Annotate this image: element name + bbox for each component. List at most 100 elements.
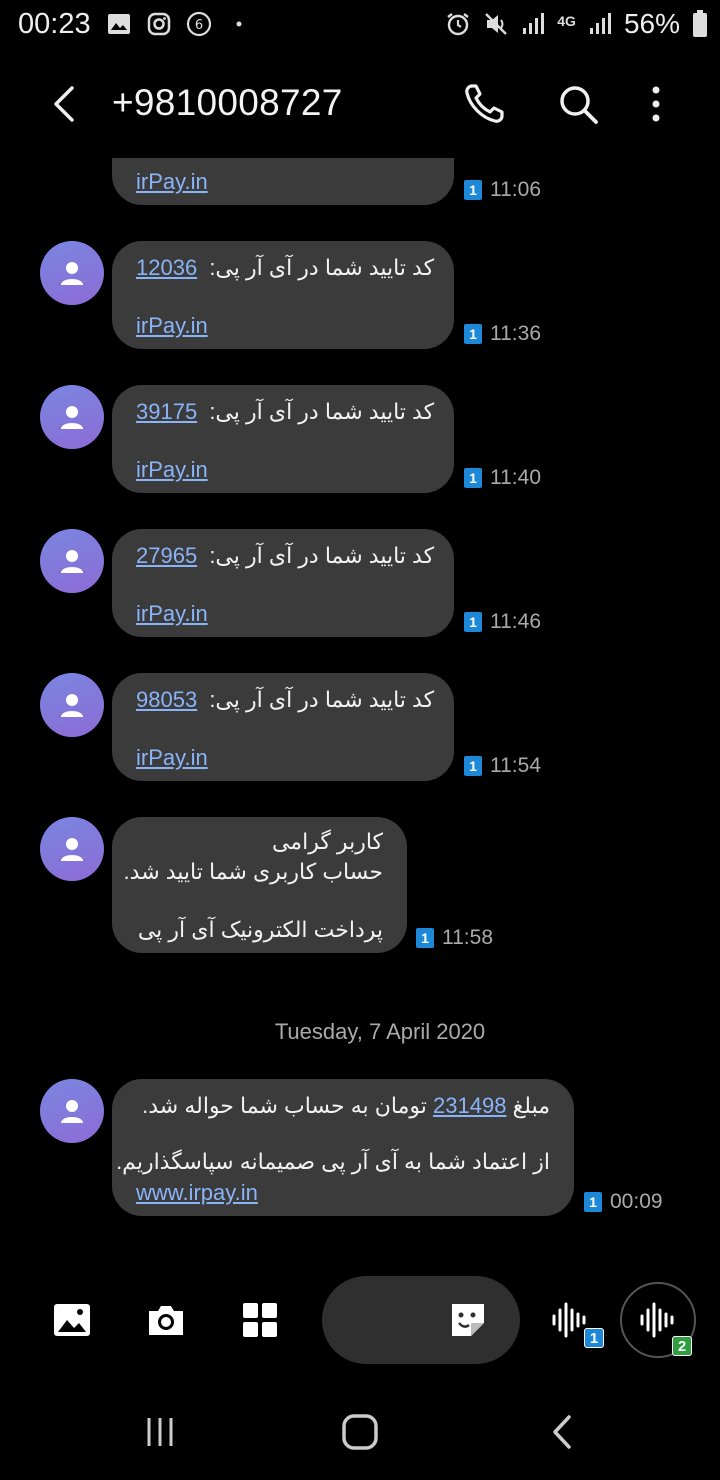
mute-icon — [485, 13, 508, 35]
message-bubble[interactable]: مبلغ 231498 تومان به حساب شما حواله شد. … — [112, 1079, 574, 1216]
avatar[interactable] — [40, 529, 104, 593]
call-button[interactable] — [460, 80, 508, 128]
verification-code[interactable]: 39175 — [136, 399, 197, 424]
transfer-amount-line: مبلغ 231498 تومان به حساب شما حواله شد. — [142, 1093, 550, 1119]
verification-code[interactable]: 12036 — [136, 255, 197, 280]
avatar[interactable] — [40, 1079, 104, 1143]
verification-code-line: 39175 کد تایید شما در آی آر پی: — [136, 399, 434, 425]
sim1-icon: 1 — [464, 756, 482, 776]
avatar[interactable] — [40, 817, 104, 881]
person-icon — [61, 694, 83, 717]
message-time: 11:54 — [490, 754, 541, 777]
sticker-button[interactable] — [442, 1294, 494, 1346]
message-text: کد تایید شما در آی آر پی: — [209, 255, 435, 280]
voice-wave-icon — [640, 1302, 674, 1338]
verification-code[interactable]: 98053 — [136, 687, 197, 712]
message-time: 11:06 — [490, 178, 541, 201]
avatar[interactable] — [40, 673, 104, 737]
battery-icon — [693, 10, 707, 37]
home-icon — [342, 1414, 378, 1450]
app-notification-icon: 6 — [186, 11, 212, 37]
person-icon — [61, 838, 83, 861]
signal-sim1-icon — [523, 13, 545, 34]
message-bubble[interactable]: 98053 کد تایید شما در آی آر پی: irPay.in — [112, 673, 454, 781]
sim1-icon: 1 — [464, 180, 482, 200]
person-icon — [61, 1100, 83, 1123]
message-time: 11:36 — [490, 322, 541, 345]
sim1-icon: 1 — [416, 928, 434, 948]
message-bubble[interactable]: کاربر گرامی حساب کاربری شما تایید شد. پر… — [112, 817, 407, 953]
more-options-button[interactable] — [636, 80, 676, 128]
message-link[interactable]: irPay.in — [136, 601, 208, 627]
person-icon — [61, 550, 83, 573]
message-link[interactable]: www.irpay.in — [136, 1180, 258, 1206]
system-navigation-bar — [0, 1388, 720, 1480]
message-link[interactable]: irPay.in — [136, 313, 208, 339]
voice-sim2-button[interactable]: 2 — [620, 1282, 696, 1358]
message-bubble[interactable]: irPay.in — [112, 158, 454, 205]
search-icon — [560, 86, 598, 124]
sim1-icon: 1 — [464, 324, 482, 344]
message-bubble[interactable]: 27965 کد تایید شما در آی آر پی: irPay.in — [112, 529, 454, 637]
sim1-icon: 1 — [464, 612, 482, 632]
camera-icon — [149, 1306, 183, 1335]
message-time: 11:40 — [490, 466, 541, 489]
notification-icons: 6 — [106, 11, 252, 37]
avatar[interactable] — [40, 241, 104, 305]
message-bubble[interactable]: 39175 کد تایید شما در آی آر پی: irPay.in — [112, 385, 454, 493]
message-input[interactable] — [322, 1276, 520, 1364]
message-text: کاربر گرامی — [271, 829, 383, 854]
back-nav-button[interactable] — [532, 1402, 592, 1462]
transfer-amount[interactable]: 231498 — [433, 1093, 506, 1118]
battery-percent: 56% — [623, 8, 680, 39]
message-meta: 1 11:46 — [464, 610, 541, 634]
system-status-icons: 4G 56% — [445, 8, 708, 40]
person-icon — [61, 406, 83, 429]
apps-button[interactable] — [234, 1294, 286, 1346]
status-time: 00:23 — [18, 8, 91, 40]
voice-sim1-button[interactable]: 1 — [544, 1294, 604, 1348]
home-button[interactable] — [330, 1402, 390, 1462]
sim1-icon: 1 — [464, 468, 482, 488]
avatar[interactable] — [40, 385, 104, 449]
back-button[interactable] — [44, 80, 84, 128]
message-time: 11:58 — [442, 926, 493, 949]
recent-apps-button[interactable] — [130, 1402, 190, 1462]
conversation-header: +9810008727 — [0, 62, 720, 148]
back-chevron-icon — [553, 1415, 571, 1449]
date-divider: Tuesday, 7 April 2020 — [274, 1019, 486, 1044]
more-vertical-icon — [652, 86, 660, 122]
message-meta: 1 11:40 — [464, 466, 541, 490]
recent-apps-icon — [147, 1418, 173, 1446]
message-text: کد تایید شما در آی آر پی: — [209, 399, 435, 424]
network-type-label: 4G — [557, 13, 576, 29]
back-arrow-icon — [54, 86, 74, 122]
message-text: تومان به حساب شما حواله شد. — [142, 1093, 427, 1118]
message-link[interactable]: irPay.in — [136, 457, 208, 483]
message-link[interactable]: irPay.in — [136, 169, 208, 195]
message-meta: 1 11:58 — [416, 926, 493, 950]
gallery-notification-icon — [106, 11, 132, 37]
status-bar: 00:23 6 4G 56% — [0, 0, 720, 50]
verification-code-line: 12036 کد تایید شما در آی آر پی: — [136, 255, 434, 281]
instagram-notification-icon — [146, 11, 172, 37]
message-text: حساب کاربری شما تایید شد. — [123, 859, 383, 884]
sim1-badge: 1 — [584, 1328, 604, 1348]
alarm-icon — [447, 13, 469, 36]
contact-number[interactable]: +9810008727 — [112, 82, 343, 124]
message-composer: 1 2 — [0, 1272, 720, 1372]
search-button[interactable] — [554, 80, 602, 128]
gallery-button[interactable] — [46, 1294, 98, 1346]
message-link[interactable]: irPay.in — [136, 745, 208, 771]
verification-code-line: 98053 کد تایید شما در آی آر پی: — [136, 687, 434, 713]
message-list[interactable]: irPay.in 1 11:06 12036 کد تایید شما در آ… — [0, 158, 720, 1258]
message-meta: 1 00:09 — [584, 1190, 663, 1214]
signal-sim2-icon — [589, 13, 611, 34]
verification-code[interactable]: 27965 — [136, 543, 197, 568]
message-text: کد تایید شما در آی آر پی: — [209, 687, 435, 712]
verification-code-line: 27965 کد تایید شما در آی آر پی: — [136, 543, 434, 569]
message-bubble[interactable]: 12036 کد تایید شما در آی آر پی: irPay.in — [112, 241, 454, 349]
message-time: 00:09 — [610, 1190, 663, 1213]
svg-text:6: 6 — [195, 18, 203, 33]
camera-button[interactable] — [140, 1294, 192, 1346]
